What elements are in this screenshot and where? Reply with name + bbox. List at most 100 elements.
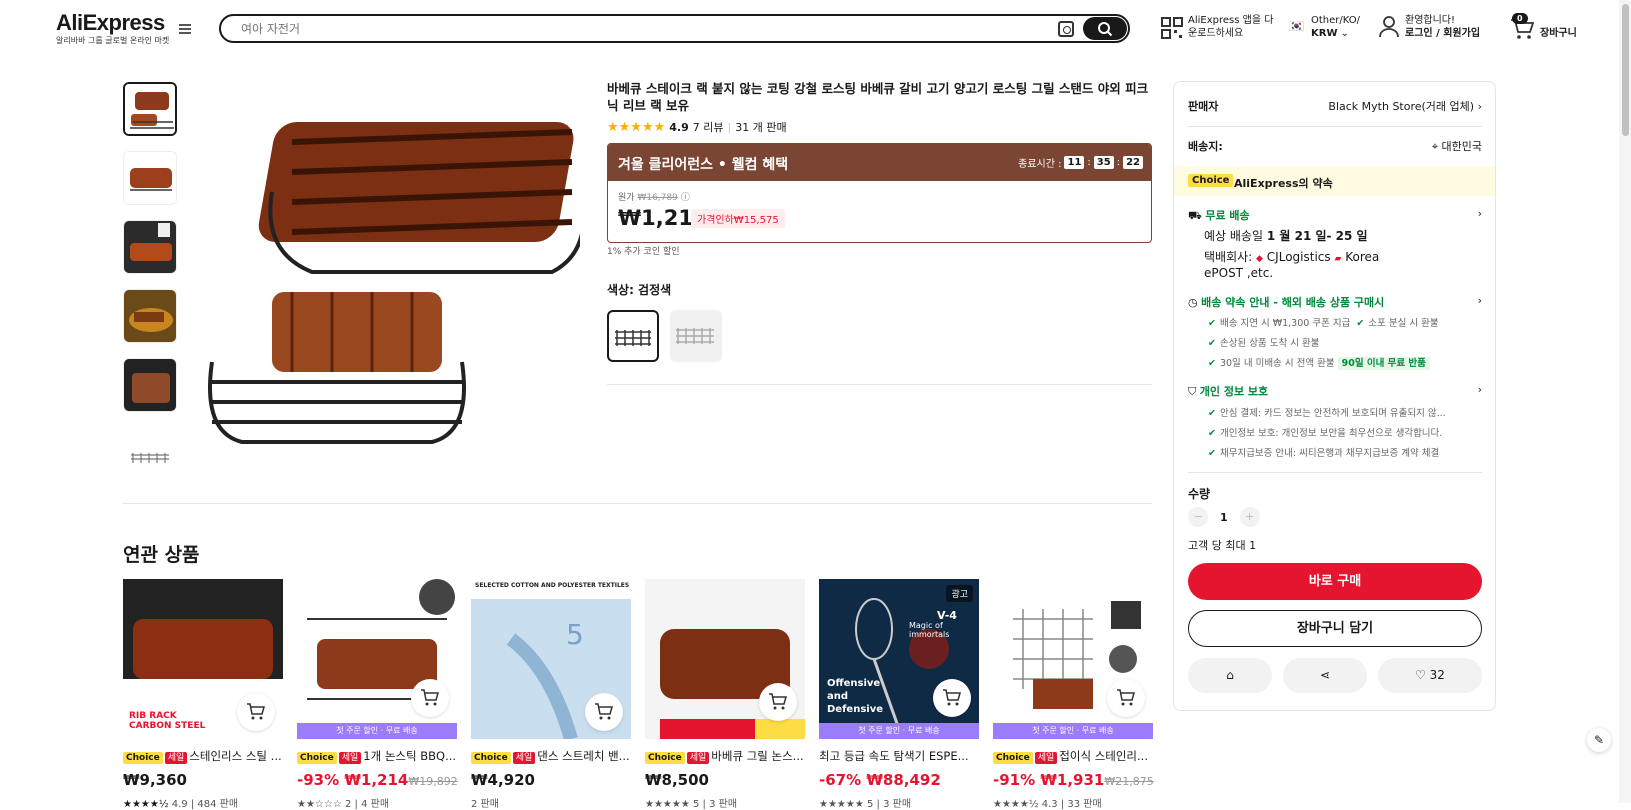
commit-item-1: ✔ 배송 지연 시 ₩1,300 쿠폰 지급 ✔ 소포 분실 시 환불 xyxy=(1208,318,1439,329)
color-swatch-black[interactable] xyxy=(607,310,659,362)
product-card[interactable]: RIB RACK CARBON STEEL Choice 세일 스테인리스 스틸 ..… xyxy=(123,579,283,810)
thumbnail-5[interactable] xyxy=(123,358,177,412)
aliexpress-logo[interactable]: AliExpress 알리바바 그룹 글로벌 온라인 마켓 xyxy=(56,12,169,46)
add-to-cart-icon[interactable] xyxy=(237,693,275,731)
rating-row: ★★★★★ 4.9 7 리뷰 | 31 개 판매 xyxy=(607,119,787,135)
product-image[interactable]: RIB RACK CARBON STEEL xyxy=(123,579,283,739)
heart-icon: ♡ xyxy=(1415,668,1426,682)
image-text: SELECTED COTTON AND POLYESTER TEXTILES xyxy=(475,582,630,589)
product-card[interactable]: 5 SELECTED COTTON AND POLYESTER TEXTILES… xyxy=(471,579,631,810)
quantity-stepper: − 1 + xyxy=(1188,507,1260,527)
product-rating: 2 판매 xyxy=(471,799,499,810)
quantity-value[interactable]: 1 xyxy=(1220,511,1228,524)
add-to-cart-icon[interactable] xyxy=(759,683,797,721)
product-name: 최고 등급 속도 탐색기 ESPE... xyxy=(819,749,969,763)
share-button[interactable]: ⋖ xyxy=(1283,658,1367,693)
korea-flag-icon: 🇰🇷 xyxy=(1289,19,1304,33)
ship-to-row[interactable]: 배송지: ⌖ 대한민국 xyxy=(1188,138,1482,154)
rating-stars-icon: ★★★★★ xyxy=(607,119,666,135)
carrier-cj: CJLogistics xyxy=(1266,250,1331,264)
user-icon xyxy=(1379,16,1399,38)
product-rating: 5 | 3 판매 xyxy=(867,799,912,810)
privacy-item-3: ✔ 채무지급보증 안내: 씨티은행과 채무지급보증 계약 체결 xyxy=(1208,448,1440,459)
search-button[interactable] xyxy=(1083,17,1127,40)
seller-row[interactable]: 판매자 Black Myth Store(거래 업체) › xyxy=(1188,98,1482,114)
delivery-commitment-label: 배송 약속 안내 - 해외 배송 상품 구매시 xyxy=(1201,296,1385,309)
thumbnail-6[interactable] xyxy=(123,427,177,481)
truck-icon: ⛟ xyxy=(1188,209,1202,222)
decrease-button[interactable]: − xyxy=(1188,507,1208,527)
account-menu[interactable]: 환영합니다! 로그인 / 회원가입 xyxy=(1379,14,1480,40)
product-card[interactable]: Choice 세일 바베큐 그릴 논스... ₩8,500 ★★★★★ 5 | 3 … xyxy=(645,579,805,810)
search-input[interactable] xyxy=(241,20,1041,38)
locale-selector[interactable]: 🇰🇷 Other/KO/ KRW ⌄ xyxy=(1289,14,1360,40)
product-image[interactable]: 5 SELECTED COTTON AND POLYESTER TEXTILES xyxy=(471,579,631,739)
product-card[interactable]: 첫 주문 할인 · 무료 배송 Choice 세일 접이식 스테인리... -91%… xyxy=(993,579,1154,810)
product-rating: 4.3 | 33 판매 xyxy=(1041,799,1102,810)
increase-button[interactable]: + xyxy=(1239,507,1260,527)
add-to-cart-icon[interactable] xyxy=(933,679,971,717)
carrier-label: 택배회사: xyxy=(1204,250,1253,264)
search-icon xyxy=(1098,22,1113,37)
promo-band: 첫 주문 할인 · 무료 배송 xyxy=(297,723,457,739)
color-swatch-silver[interactable] xyxy=(670,310,722,362)
product-image[interactable]: V-4 Magic of immortals Offensive and Defen… xyxy=(819,579,979,739)
image-text: Magic of immortals xyxy=(909,621,950,639)
location-pin-icon: ⌖ xyxy=(1431,140,1439,153)
add-to-cart-icon[interactable] xyxy=(585,693,623,731)
thumbnail-3[interactable] xyxy=(123,220,177,274)
page-scrollbar[interactable] xyxy=(1619,0,1631,803)
wishlist-button[interactable]: ♡ 32 xyxy=(1378,658,1482,693)
add-to-cart-button[interactable]: 장바구니 담기 xyxy=(1188,610,1482,647)
delivery-commitment-row[interactable]: ◷ 배송 약속 안내 - 해외 배송 상품 구매시 › xyxy=(1188,294,1482,310)
image-search-icon[interactable] xyxy=(1058,21,1074,37)
product-old-price: ₩21,875 xyxy=(1104,775,1154,788)
thumbnail-2[interactable] xyxy=(123,151,177,205)
eta-prefix: 예상 배송일 xyxy=(1204,229,1264,243)
privacy-row[interactable]: ⛉ 개인 정보 보호 › xyxy=(1188,383,1482,399)
scrollbar-thumb[interactable] xyxy=(1622,4,1629,136)
product-price: ₩9,360 xyxy=(123,771,187,789)
product-image[interactable]: 첫 주문 할인 · 무료 배송 xyxy=(297,579,457,739)
product-price: -91% ₩1,931 xyxy=(993,771,1105,789)
free-shipping-row[interactable]: ⛟ 무료 배송 › xyxy=(1188,207,1482,224)
timer-hours: 11 xyxy=(1064,156,1085,169)
product-rating: 2 | 4 판매 xyxy=(345,799,390,810)
image-text: RIB RACK xyxy=(129,711,177,721)
discount-tag: 가격인하₩15,575 xyxy=(691,209,785,228)
app-download[interactable]: AliExpress 앱을 다 운로드하세요 xyxy=(1160,12,1273,40)
check-icon: ✔ xyxy=(1356,318,1365,329)
qr-code-icon xyxy=(1161,17,1183,39)
product-card[interactable]: V-4 Magic of immortals Offensive and Defen… xyxy=(819,579,979,810)
original-price-label: 원가 xyxy=(618,193,635,203)
promo-band: 첫 주문 할인 · 무료 배송 xyxy=(993,723,1153,739)
carrier-more: ePOST ,etc. xyxy=(1204,266,1274,280)
review-count-link[interactable]: 7 리뷰 xyxy=(693,119,724,135)
ship-to-country: 대한민국 xyxy=(1441,140,1482,153)
menu-icon[interactable] xyxy=(179,24,191,34)
eta-dates: 1 월 21 일- 25 일 xyxy=(1266,229,1368,243)
main-product-image[interactable] xyxy=(202,82,586,462)
store-button[interactable]: ⌂ xyxy=(1188,658,1272,693)
thumbnail-1[interactable] xyxy=(123,82,177,136)
add-to-cart-icon[interactable] xyxy=(1107,679,1145,717)
check-icon: ✔ xyxy=(1208,428,1216,439)
info-icon[interactable]: ⓘ xyxy=(681,193,690,203)
edit-icon[interactable]: ✎ xyxy=(1587,728,1611,752)
thumbnail-4[interactable] xyxy=(123,289,177,343)
korea-post-logo-icon: ▰ xyxy=(1334,254,1342,264)
cart-label: 장바구니 xyxy=(1540,28,1577,39)
clock-icon: ◷ xyxy=(1188,296,1198,309)
product-name: 스테인리스 스틸 ... xyxy=(189,749,282,763)
product-rating: 5 | 3 판매 xyxy=(693,799,738,810)
buy-now-button[interactable]: 바로 구매 xyxy=(1188,563,1482,600)
product-image[interactable] xyxy=(645,579,805,739)
currency-label: KRW xyxy=(1311,28,1338,39)
login-signup-link[interactable]: 로그인 / 회원가입 xyxy=(1405,28,1480,39)
product-image[interactable]: 첫 주문 할인 · 무료 배송 xyxy=(993,579,1153,739)
add-to-cart-icon[interactable] xyxy=(411,679,449,717)
check-icon: ✔ xyxy=(1208,318,1216,329)
check-icon: ✔ xyxy=(1208,408,1216,419)
product-card[interactable]: 첫 주문 할인 · 무료 배송 Choice 세일 1개 논스틱 BBQ... -9… xyxy=(297,579,458,810)
seller-name[interactable]: Black Myth Store(거래 업체) xyxy=(1328,100,1474,113)
